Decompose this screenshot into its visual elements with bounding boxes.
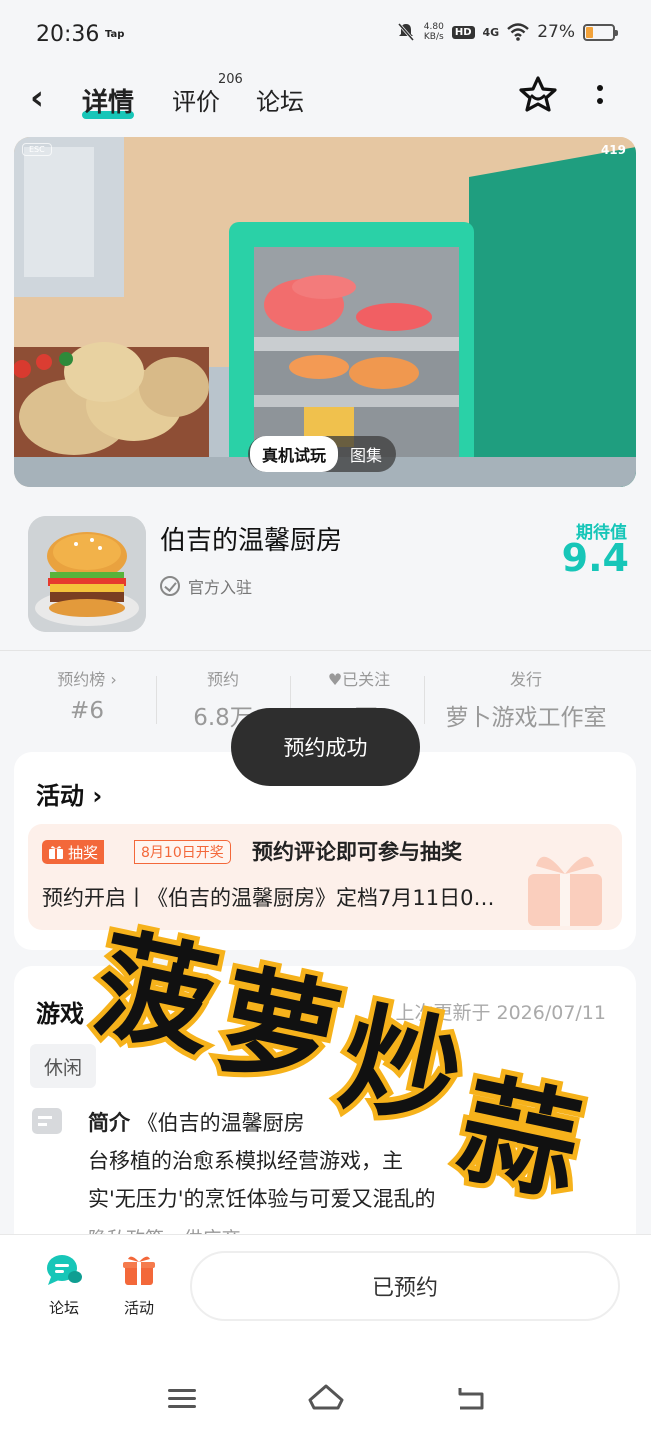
stat-publisher[interactable]: 发行 萝卜游戏工作室 — [430, 666, 622, 732]
check-circle-icon — [160, 576, 180, 596]
home-icon[interactable] — [306, 1378, 346, 1418]
stat-followers-label: ♥已关注 — [306, 666, 412, 690]
toast-message: 预约成功 — [231, 708, 420, 786]
lottery-tag: 抽奖 — [42, 840, 105, 864]
game-app-icon — [28, 516, 146, 632]
hero-media[interactable]: ESC 419 — [14, 137, 636, 487]
activity-headline: 预约评论即可参与抽奖 — [252, 840, 462, 864]
document-icon — [32, 1108, 62, 1134]
stat-publisher-label: 发行 — [509, 670, 542, 689]
activity-banner[interactable]: 抽奖 8月10日开奖 预约评论即可参与抽奖 预约开启丨《伯吉的温馨厨房》定档7月… — [28, 824, 622, 930]
stat-followers-text: 已关注 — [342, 670, 391, 689]
game-header: 伯吉的温馨厨房 官方入驻 期待值 9.4 — [0, 500, 651, 648]
reserved-button[interactable]: 已预约 — [190, 1251, 620, 1321]
status-time: 20:36 — [36, 22, 100, 47]
game-title: 伯吉的温馨厨房 — [160, 526, 343, 556]
intro-line-2: 台移植的治愈系模拟经营游戏，主 — [88, 1149, 403, 1173]
lottery-tag-label: 抽奖 — [68, 843, 99, 862]
stat-rank-label: 预约榜 › — [57, 670, 117, 689]
back-icon[interactable]: ‹ — [30, 78, 44, 118]
official-label: 官方入驻 — [188, 578, 253, 597]
intro-line-3: 实'无压力'的烹饪体验与可爱又混乱的 — [88, 1187, 436, 1211]
forum-icon — [47, 1255, 82, 1285]
stat-separator — [156, 676, 157, 724]
intro-title: 游戏 — [36, 1000, 84, 1028]
coin-counter: 419 — [600, 143, 626, 157]
wifi-icon — [507, 23, 530, 41]
stat-publisher-value: 萝卜游戏工作室 — [445, 705, 607, 731]
game-intro-card: 游戏 上次更新于 2026/07/11 休闲 简介 《伯吉的温馨厨房 台移植的治… — [14, 966, 636, 1266]
draw-date-tag: 8月10日开奖 — [134, 840, 231, 864]
intro-line-1: 简介 《伯吉的温馨厨房 — [88, 1104, 608, 1142]
battery-percent: 27% — [537, 22, 575, 42]
intro-line-1-text: 《伯吉的温馨厨房 — [136, 1111, 305, 1135]
activity-description: 预约开启丨《伯吉的温馨厨房》定档7月11日0… — [42, 886, 495, 910]
forum-label: 论坛 — [48, 1299, 79, 1317]
gift-icon — [528, 856, 602, 926]
gift-icon — [49, 846, 63, 859]
genre-tag[interactable]: 休闲 — [30, 1044, 97, 1088]
stat-separator — [424, 676, 425, 724]
stat-rank-value: #6 — [70, 698, 104, 724]
signal-4g-icon: 4G — [482, 25, 500, 39]
activity-title[interactable]: 活动 › — [36, 776, 102, 811]
heart-check-icon: ♥ — [327, 670, 343, 689]
star-icon[interactable] — [517, 74, 559, 116]
media-toggle: 真机试玩 图集 — [248, 436, 397, 472]
gameplay-screenshot — [14, 137, 636, 487]
gift-icon — [123, 1256, 155, 1285]
stat-rank[interactable]: 预约榜 › #6 — [40, 666, 134, 724]
status-bar: 20:36 Tap 4.80 KB/s HD 4G 27% — [0, 0, 651, 72]
expect-score: 9.4 — [561, 536, 629, 580]
bottom-action-bar: 论坛 活动 已预约 — [0, 1234, 651, 1354]
battery-icon — [583, 23, 618, 41]
bottom-activity-button[interactable]: 活动 — [111, 1253, 167, 1318]
status-icons: 4.80 KB/s HD 4G 27% — [396, 22, 618, 42]
net-speed-unit: KB/s — [423, 32, 444, 42]
bottom-forum-button[interactable]: 论坛 — [36, 1253, 92, 1318]
more-icon[interactable] — [590, 76, 610, 116]
app-page: 20:36 Tap 4.80 KB/s HD 4G 27% ‹ 详情 评价 20… — [0, 0, 651, 1440]
hd-icon: HD — [451, 25, 475, 39]
mute-bell-icon — [397, 23, 414, 41]
divider — [0, 650, 651, 651]
intro-text: 简介 《伯吉的温馨厨房 台移植的治愈系模拟经营游戏，主 实'无压力'的烹饪体验与… — [88, 1104, 608, 1218]
toggle-live-play[interactable]: 真机试玩 — [250, 436, 339, 472]
last-updated: 上次更新于 2026/07/11 — [395, 1002, 606, 1024]
reviews-count-badge: 206 — [218, 72, 243, 87]
toggle-gallery[interactable]: 图集 — [338, 436, 394, 472]
esc-badge: ESC — [22, 143, 52, 156]
tab-forum[interactable]: 论坛 — [256, 82, 304, 117]
activity-label: 活动 — [123, 1299, 154, 1317]
tab-reviews[interactable]: 评价 — [172, 82, 220, 117]
intro-keyword: 简介 — [88, 1111, 130, 1135]
stat-reservations-label: 预约 — [206, 670, 239, 689]
net-speed-value: 4.80 — [423, 22, 444, 32]
menu-icon[interactable] — [162, 1378, 202, 1418]
system-nav-bar — [0, 1354, 651, 1440]
status-tap-label: Tap — [105, 29, 125, 40]
return-icon[interactable] — [450, 1378, 490, 1418]
net-speed: 4.80 KB/s — [424, 22, 444, 42]
top-nav: ‹ 详情 评价 206 论坛 — [0, 72, 651, 134]
tab-details[interactable]: 详情 — [82, 82, 135, 119]
official-badge[interactable]: 官方入驻 — [160, 574, 252, 598]
